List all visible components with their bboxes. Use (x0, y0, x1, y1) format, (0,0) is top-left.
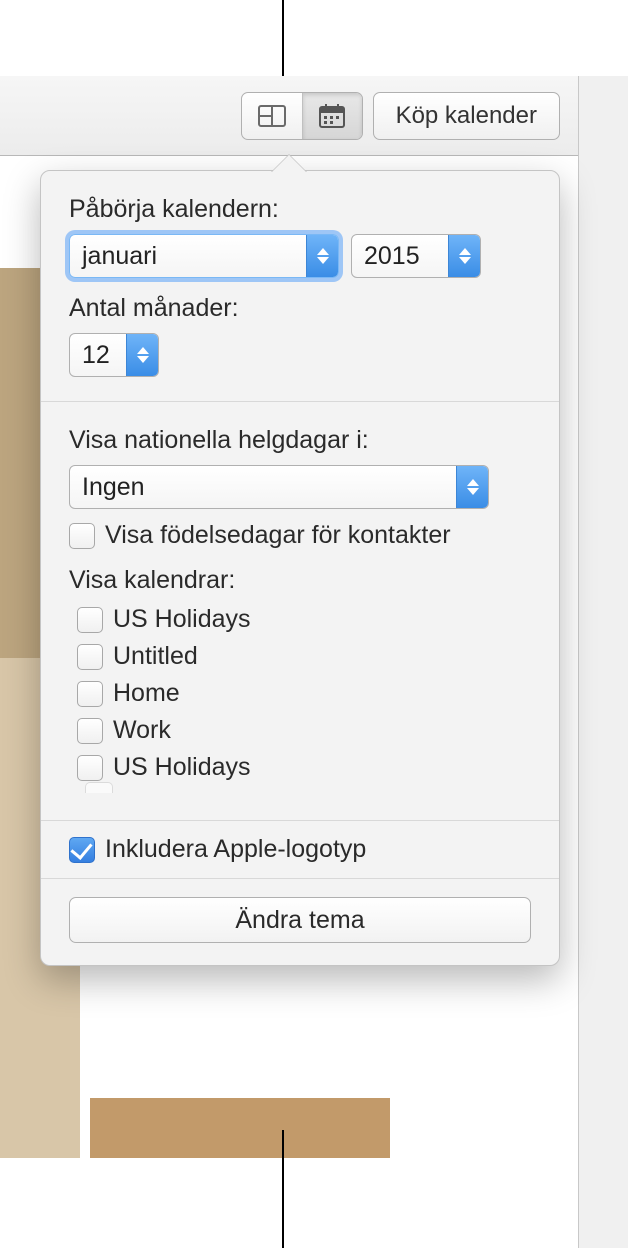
calendar-checkbox-row[interactable]: Home (77, 679, 531, 708)
calendar-item-label: Work (113, 716, 171, 745)
start-year-select[interactable]: 2015 (351, 234, 481, 278)
calendar-item-label: Untitled (113, 642, 198, 671)
months-count-label: Antal månader: (69, 294, 531, 323)
holidays-label: Visa nationella helgdagar i: (69, 426, 531, 455)
start-year-value: 2015 (364, 242, 420, 271)
calendar-icon (318, 103, 346, 129)
holidays-section: Visa nationella helgdagar i: Ingen Visa … (41, 401, 559, 820)
buy-calendar-button[interactable]: Köp kalender (373, 92, 560, 140)
checkbox-icon (77, 755, 103, 781)
calendar-checkbox-row[interactable]: Work (77, 716, 531, 745)
checkbox-icon (69, 523, 95, 549)
calendar-item-label: US Holidays (113, 753, 251, 782)
toolbar: Köp kalender (0, 76, 578, 156)
dropdown-stepper-icon (126, 334, 158, 376)
start-section: Påbörja kalendern: januari 2015 Antal må… (41, 171, 559, 401)
window-gutter (578, 76, 628, 1248)
show-birthdays-label: Visa födelsedagar för kontakter (105, 521, 451, 550)
holidays-country-select[interactable]: Ingen (69, 465, 489, 509)
change-theme-section: Ändra tema (41, 878, 559, 965)
layout-icon (258, 105, 286, 127)
buy-calendar-label: Köp kalender (396, 102, 537, 130)
change-theme-label: Ändra tema (235, 906, 364, 934)
calendar-settings-button[interactable] (302, 93, 362, 139)
start-month-select[interactable]: januari (69, 234, 339, 278)
calendar-item-label: US Holidays (113, 605, 251, 634)
checkbox-checked-icon (69, 837, 95, 863)
logo-section: Inkludera Apple-logotyp (41, 820, 559, 878)
background-photo-strip (90, 1098, 390, 1158)
start-month-value: januari (82, 242, 157, 271)
months-count-select[interactable]: 12 (69, 333, 159, 377)
popover-arrow (271, 155, 307, 173)
calendar-settings-popover: Påbörja kalendern: januari 2015 Antal må… (40, 170, 560, 966)
background-photo-strip (0, 268, 45, 668)
calendar-item-label: Home (113, 679, 180, 708)
list-overflow-indicator (85, 782, 531, 796)
dropdown-stepper-icon (456, 466, 488, 508)
dropdown-stepper-icon (448, 235, 480, 277)
show-birthdays-checkbox-row[interactable]: Visa födelsedagar för kontakter (69, 521, 531, 550)
include-logo-checkbox-row[interactable]: Inkludera Apple-logotyp (69, 835, 531, 864)
checkbox-icon (77, 681, 103, 707)
callout-line (282, 1130, 284, 1248)
start-calendar-label: Påbörja kalendern: (69, 195, 531, 224)
change-theme-button[interactable]: Ändra tema (69, 897, 531, 943)
checkbox-icon (77, 718, 103, 744)
calendar-checkbox-row[interactable]: US Holidays (77, 753, 531, 782)
layout-view-button[interactable] (242, 93, 302, 139)
callout-line (282, 0, 284, 76)
checkbox-icon (77, 607, 103, 633)
calendar-checkbox-row[interactable]: Untitled (77, 642, 531, 671)
dropdown-stepper-icon (306, 235, 338, 277)
checkbox-icon (77, 644, 103, 670)
view-segmented-control (241, 92, 363, 140)
calendars-list: US Holidays Untitled Home Work US Holida… (69, 605, 531, 796)
holidays-country-value: Ingen (82, 473, 145, 502)
show-calendars-label: Visa kalendrar: (69, 566, 531, 595)
include-logo-label: Inkludera Apple-logotyp (105, 835, 366, 864)
calendar-checkbox-row[interactable]: US Holidays (77, 605, 531, 634)
months-count-value: 12 (82, 341, 110, 370)
